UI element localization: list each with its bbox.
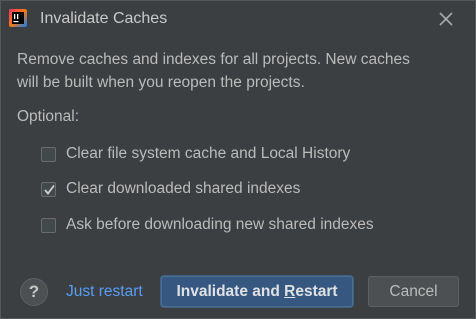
- just-restart-link[interactable]: Just restart: [66, 282, 143, 302]
- description-line-1: Remove caches and indexes for all projec…: [17, 51, 410, 68]
- option-label: Ask before downloading new shared indexe…: [66, 216, 374, 233]
- button-label-end: estart: [295, 282, 338, 300]
- optional-heading: Optional:: [17, 108, 80, 125]
- help-button[interactable]: ?: [20, 278, 48, 306]
- button-label-start: Invalidate and: [176, 282, 285, 300]
- option-label: Clear downloaded shared indexes: [66, 180, 301, 197]
- option-clear-fs-cache[interactable]: Clear file system cache and Local Histor…: [41, 143, 350, 165]
- checkmark-icon: [44, 184, 55, 195]
- invalidate-caches-dialog: Invalidate Caches Remove caches and inde…: [0, 0, 476, 319]
- checkbox-unchecked[interactable]: [41, 217, 56, 233]
- button-mnemonic: R: [284, 282, 296, 300]
- dialog-title: Invalidate Caches: [40, 10, 168, 27]
- intellij-idea-icon: [9, 9, 27, 27]
- invalidate-and-restart-button[interactable]: Invalidate and Restart: [161, 276, 353, 307]
- description-line-2: will be built when you reopen the projec…: [17, 74, 305, 91]
- cancel-button[interactable]: Cancel: [368, 276, 459, 307]
- option-ask-before-download[interactable]: Ask before downloading new shared indexe…: [41, 214, 374, 236]
- option-label: Clear file system cache and Local Histor…: [66, 145, 351, 162]
- close-icon[interactable]: [437, 10, 455, 28]
- checkbox-unchecked[interactable]: [41, 146, 56, 162]
- option-clear-shared-indexes[interactable]: Clear downloaded shared indexes: [41, 178, 300, 200]
- description-text: Remove caches and indexes for all projec…: [17, 48, 467, 94]
- checkbox-checked[interactable]: [41, 181, 56, 197]
- title-bar: Invalidate Caches: [1, 1, 475, 37]
